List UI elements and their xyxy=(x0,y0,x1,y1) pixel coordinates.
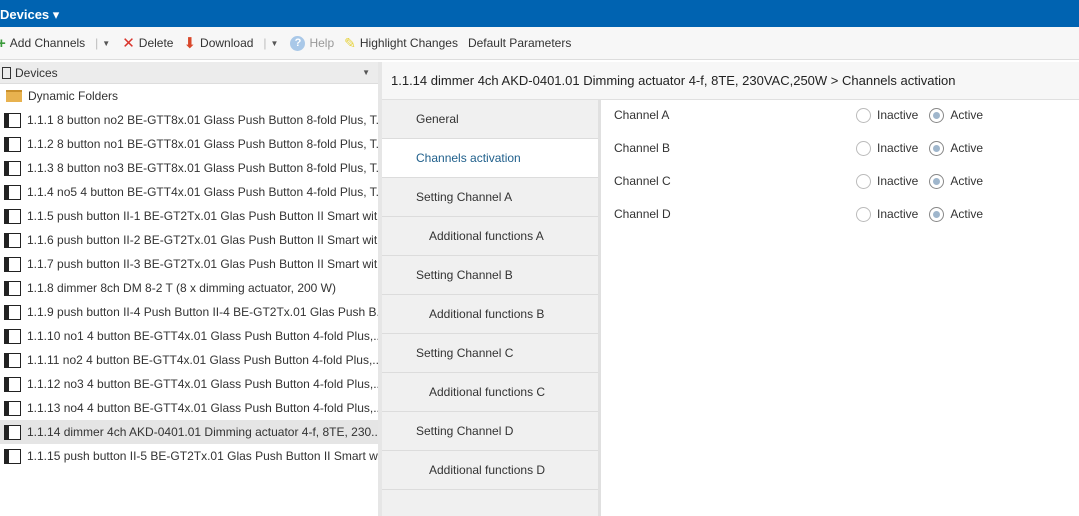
nav-divider xyxy=(598,100,601,516)
device-icon xyxy=(4,184,21,200)
device-item[interactable]: 1.1.14 dimmer 4ch AKD-0401.01 Dimming ac… xyxy=(0,420,381,444)
separator: | xyxy=(95,36,99,50)
channel-row: Channel C Inactive Active xyxy=(614,171,1079,191)
inactive-radio[interactable]: Inactive xyxy=(856,140,918,156)
nav-item[interactable]: Setting Channel B xyxy=(382,256,598,295)
radio-circle[interactable] xyxy=(929,173,945,189)
toolbar: + Add Channels | ▼ ✕ Delete ⬇ Download | ▼ ? H… xyxy=(0,27,1079,60)
separator: | xyxy=(263,36,267,50)
radio-circle[interactable] xyxy=(856,140,871,156)
parameter-nav: General Channels activation Setting Channe… xyxy=(382,100,598,516)
device-tree: Devices ▼ Dynamic Folders 1.1.1 8 button … xyxy=(0,62,387,516)
chevron-down-icon[interactable]: ▼ xyxy=(362,68,370,77)
device-item[interactable]: 1.1.4 no5 4 button BE-GTT4x.01 Glass Pus… xyxy=(0,180,386,204)
nav-item[interactable]: Additional functions D xyxy=(382,451,598,490)
device-icon xyxy=(4,400,21,416)
device-item[interactable]: 1.1.8 dimmer 8ch DM 8-2 T (8 x dimming a… xyxy=(0,276,378,300)
nav-item[interactable]: Additional functions A xyxy=(382,217,598,256)
device-icon xyxy=(4,160,21,176)
channel-label: Channel A xyxy=(614,108,670,122)
highlighter-icon: ✎ xyxy=(344,34,356,51)
active-radio[interactable]: Active xyxy=(929,140,983,156)
devices-panel-title[interactable]: Devices ▾ xyxy=(0,0,1079,27)
device-item[interactable]: 1.1.10 no1 4 button BE-GTT4x.01 Glass Pu… xyxy=(0,324,383,348)
default-parameters-button[interactable]: Default Parameters xyxy=(468,36,571,50)
device-item[interactable]: 1.1.5 push button II-1 BE-GT2Tx.01 Glas … xyxy=(0,204,387,228)
device-icon xyxy=(4,304,21,320)
radio-circle[interactable] xyxy=(929,107,945,123)
device-item[interactable]: 1.1.2 8 button no1 BE-GTT8x.01 Glass Pus… xyxy=(0,132,386,156)
highlight-changes-button[interactable]: ✎ Highlight Changes xyxy=(344,35,458,52)
radio-circle[interactable] xyxy=(929,206,945,222)
download-button[interactable]: ⬇ Download xyxy=(183,34,253,52)
channel-row: Channel B Inactive Active xyxy=(614,138,1079,158)
devices-icon xyxy=(2,66,11,79)
nav-item[interactable]: Setting Channel D xyxy=(382,412,598,451)
delete-button[interactable]: ✕ Delete xyxy=(122,34,173,52)
tree-header[interactable]: Devices ▼ xyxy=(0,62,378,84)
download-arrow-icon: ⬇ xyxy=(183,35,197,52)
detail-title: 1.1.14 dimmer 4ch AKD-0401.01 Dimming ac… xyxy=(382,62,1079,100)
nav-item[interactable]: Setting Channel C xyxy=(382,334,598,373)
inactive-radio[interactable]: Inactive xyxy=(856,206,918,222)
add-channels-dropdown[interactable]: ▼ xyxy=(102,39,110,48)
device-item[interactable]: 1.1.1 8 button no2 BE-GTT8x.01 Glass Pus… xyxy=(0,108,386,132)
inactive-radio[interactable]: Inactive xyxy=(856,107,918,123)
channel-row: Channel A Inactive Active xyxy=(614,105,1079,125)
nav-item[interactable]: General xyxy=(382,100,598,139)
device-icon xyxy=(4,352,21,368)
help-icon: ? xyxy=(290,35,306,51)
device-item[interactable]: 1.1.13 no4 4 button BE-GTT4x.01 Glass Pu… xyxy=(0,396,383,420)
radio-circle[interactable] xyxy=(856,206,871,222)
channel-label: Channel C xyxy=(614,174,671,188)
dynamic-folders[interactable]: Dynamic Folders xyxy=(0,84,378,108)
help-button[interactable]: ? Help xyxy=(290,35,334,51)
device-item[interactable]: 1.1.12 no3 4 button BE-GTT4x.01 Glass Pu… xyxy=(0,372,383,396)
device-icon xyxy=(4,232,21,248)
device-item[interactable]: 1.1.15 push button II-5 BE-GT2Tx.01 Glas… xyxy=(0,444,387,468)
radio-circle[interactable] xyxy=(856,173,871,189)
active-radio[interactable]: Active xyxy=(929,107,983,123)
device-item[interactable]: 1.1.6 push button II-2 BE-GT2Tx.01 Glas … xyxy=(0,228,387,252)
device-icon xyxy=(4,208,21,224)
device-icon xyxy=(4,280,21,296)
add-channels-button[interactable]: + Add Channels xyxy=(0,35,85,52)
nav-item[interactable]: Additional functions B xyxy=(382,295,598,334)
device-item[interactable]: 1.1.3 8 button no3 BE-GTT8x.01 Glass Pus… xyxy=(0,156,386,180)
nav-item[interactable]: Setting Channel A xyxy=(382,178,598,217)
channel-label: Channel B xyxy=(614,141,671,155)
active-radio[interactable]: Active xyxy=(929,206,983,222)
device-icon xyxy=(4,376,21,392)
device-item[interactable]: 1.1.11 no2 4 button BE-GTT4x.01 Glass Pu… xyxy=(0,348,382,372)
radio-circle[interactable] xyxy=(856,107,871,123)
folder-icon xyxy=(6,90,22,102)
device-icon xyxy=(4,112,21,128)
download-dropdown[interactable]: ▼ xyxy=(271,39,279,48)
channel-row: Channel D Inactive Active xyxy=(614,204,1079,224)
device-item[interactable]: 1.1.9 push button II-4 Push Button II-4 … xyxy=(0,300,387,324)
device-icon xyxy=(4,424,21,440)
device-item[interactable]: 1.1.7 push button II-3 BE-GT2Tx.01 Glas … xyxy=(0,252,387,276)
channel-label: Channel D xyxy=(614,207,671,221)
nav-item[interactable]: Additional functions C xyxy=(382,373,598,412)
delete-x-icon: ✕ xyxy=(122,35,135,52)
nav-item[interactable]: Channels activation xyxy=(382,139,598,178)
device-icon xyxy=(4,136,21,152)
radio-circle[interactable] xyxy=(929,140,945,156)
device-icon xyxy=(4,256,21,272)
active-radio[interactable]: Active xyxy=(929,173,983,189)
device-icon xyxy=(4,448,21,464)
inactive-radio[interactable]: Inactive xyxy=(856,173,918,189)
device-icon xyxy=(4,328,21,344)
plus-icon: + xyxy=(0,34,6,52)
